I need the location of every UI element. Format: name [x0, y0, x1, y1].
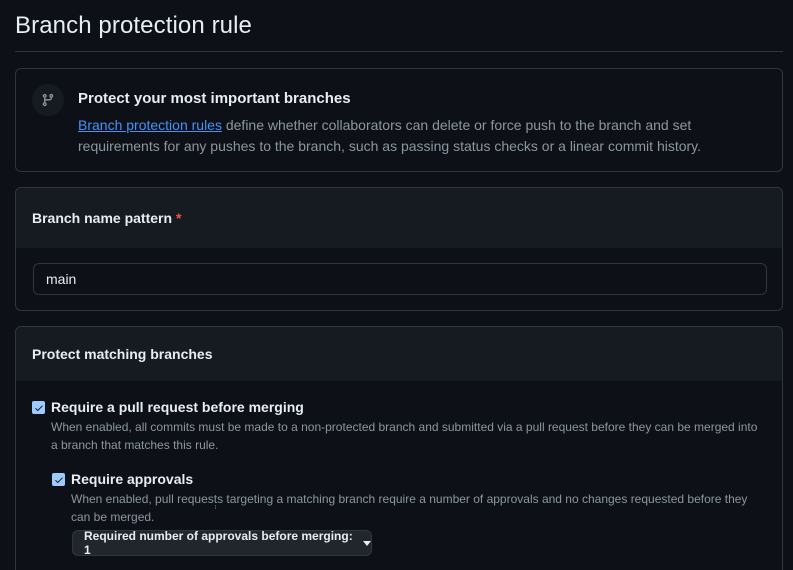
protection-info-box: Protect your most important branches Bra…: [15, 68, 783, 172]
git-branch-icon: [32, 84, 64, 116]
required-approvals-select-label: Required number of approvals before merg…: [84, 529, 353, 557]
require-pull-request-description: When enabled, all commits must be made t…: [51, 418, 781, 454]
protect-matching-branches-header: Protect matching branches: [16, 327, 782, 381]
title-divider: [15, 51, 783, 52]
branch-name-pattern-panel: Branch name pattern *: [15, 187, 783, 311]
require-approvals-desc-line1: When enabled, pull requests targeting a …: [71, 492, 748, 506]
required-approvals-select[interactable]: Required number of approvals before merg…: [72, 529, 372, 557]
require-approvals-checkbox[interactable]: [52, 473, 65, 486]
require-pull-request-checkbox[interactable]: [32, 401, 45, 414]
required-mark: *: [176, 210, 182, 226]
text-cursor-icon: [215, 505, 216, 509]
page-title: Branch protection rule: [15, 12, 252, 39]
info-text-line2: requirements for any pushes to the branc…: [78, 138, 702, 154]
require-approvals-label[interactable]: Require approvals: [71, 471, 193, 487]
require-approvals-desc-line2: can be merged.: [71, 510, 155, 524]
require-approvals-description: When enabled, pull requests targeting a …: [71, 490, 781, 526]
info-heading: Protect your most important branches: [78, 90, 351, 107]
branch-name-pattern-input[interactable]: [33, 263, 767, 295]
require-pr-desc-line1: When enabled, all commits must be made t…: [51, 420, 758, 434]
branch-protection-rules-link[interactable]: Branch protection rules: [78, 117, 222, 133]
require-pr-desc-line2: a branch that matches this rule.: [51, 438, 219, 452]
branch-name-pattern-label: Branch name pattern: [32, 210, 173, 226]
caret-down-icon: [363, 540, 371, 546]
require-pull-request-label[interactable]: Require a pull request before merging: [51, 399, 304, 415]
info-description: Branch protection rules define whether c…: [78, 115, 718, 157]
info-text-line1: define whether collaborators can delete …: [221, 117, 692, 133]
checkmark-icon: [34, 405, 43, 411]
checkmark-icon: [54, 477, 63, 483]
branch-name-pattern-header: Branch name pattern *: [16, 188, 782, 248]
